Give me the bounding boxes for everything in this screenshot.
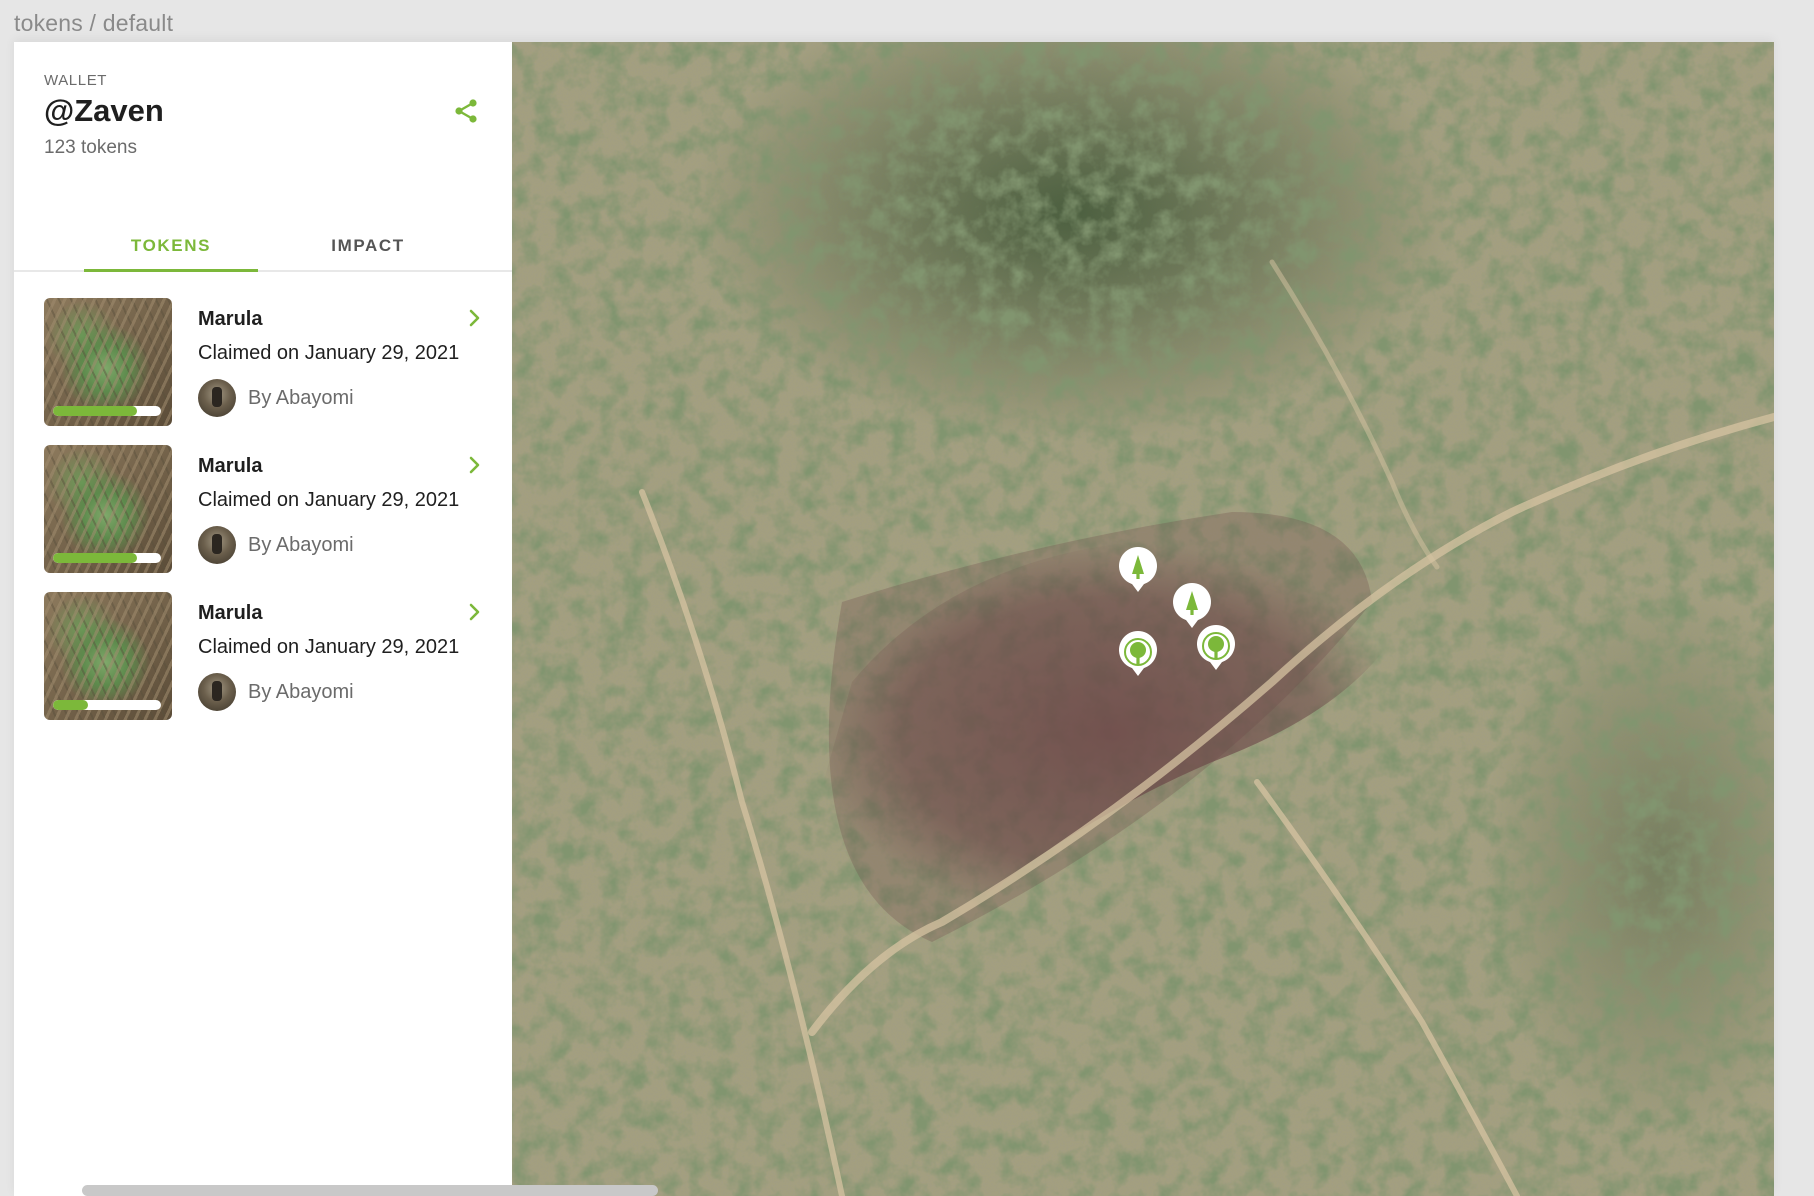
planter-name: By Abayomi <box>248 386 354 409</box>
planter-avatar <box>198 379 236 417</box>
tab-bar: TOKENS IMPACT <box>14 222 512 272</box>
tab-tokens[interactable]: TOKENS <box>84 222 258 272</box>
planter-name: By Abayomi <box>248 680 354 703</box>
token-species: Marula <box>198 308 263 330</box>
token-row[interactable]: Marula Claimed on January 29, 2021 By Ab… <box>44 298 494 445</box>
wallet-handle: @Zaven <box>44 93 164 128</box>
satellite-map[interactable] <box>512 42 1774 1196</box>
chevron-right-icon[interactable] <box>464 308 484 328</box>
share-button[interactable] <box>449 94 483 128</box>
planter-link[interactable]: By Abayomi <box>198 672 354 712</box>
wallet-kicker: WALLET <box>44 72 108 89</box>
breadcrumb: tokens / default <box>14 10 174 36</box>
growth-progress-fill <box>53 553 138 563</box>
chevron-right-icon[interactable] <box>464 455 484 475</box>
token-thumbnail <box>44 298 172 426</box>
app-frame: WALLET @Zaven 123 tokens TOKENS IMPACT M… <box>14 42 1774 1196</box>
planter-avatar <box>198 526 236 564</box>
token-thumbnail <box>44 445 172 573</box>
token-row[interactable]: Marula Claimed on January 29, 2021 By Ab… <box>44 592 494 739</box>
planter-link[interactable]: By Abayomi <box>198 525 354 565</box>
growth-progress-bar <box>53 553 161 563</box>
growth-progress-fill <box>53 406 138 416</box>
token-species: Marula <box>198 455 263 477</box>
planter-link[interactable]: By Abayomi <box>198 378 354 418</box>
token-claimed-date: Claimed on January 29, 2021 <box>198 636 460 658</box>
token-count: 123 tokens <box>44 137 137 158</box>
token-claimed-date: Claimed on January 29, 2021 <box>198 489 460 511</box>
tab-impact[interactable]: IMPACT <box>280 222 456 270</box>
token-claimed-date: Claimed on January 29, 2021 <box>198 342 460 364</box>
planter-avatar <box>198 673 236 711</box>
wallet-header: WALLET @Zaven 123 tokens <box>44 72 488 159</box>
token-thumbnail <box>44 592 172 720</box>
token-species: Marula <box>198 602 263 624</box>
wallet-panel: WALLET @Zaven 123 tokens TOKENS IMPACT M… <box>14 42 512 1196</box>
chevron-right-icon[interactable] <box>464 602 484 622</box>
share-icon <box>455 99 477 123</box>
horizontal-scrollbar[interactable] <box>82 1185 658 1196</box>
token-list: Marula Claimed on January 29, 2021 By Ab… <box>44 298 494 739</box>
token-row[interactable]: Marula Claimed on January 29, 2021 By Ab… <box>44 445 494 592</box>
growth-progress-fill <box>53 700 88 710</box>
growth-progress-bar <box>53 406 161 416</box>
planter-name: By Abayomi <box>248 533 354 556</box>
map-canvas <box>512 42 1774 1196</box>
growth-progress-bar <box>53 700 161 710</box>
